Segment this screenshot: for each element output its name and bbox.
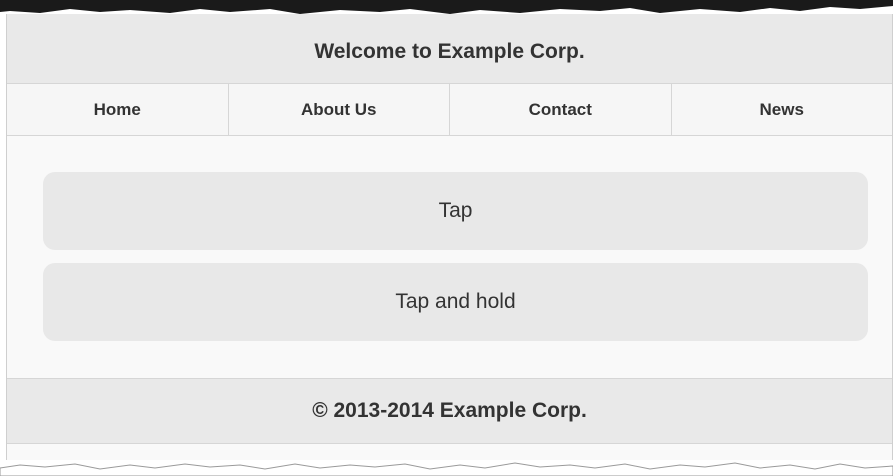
screenshot-frame: Welcome to Example Corp. Home About Us C… (0, 0, 893, 476)
main-content: Tap Tap and hold (7, 136, 892, 378)
tap-button[interactable]: Tap (43, 172, 868, 250)
torn-edge-bottom (0, 462, 893, 476)
tap-and-hold-button[interactable]: Tap and hold (43, 263, 868, 341)
mobile-page: Welcome to Example Corp. Home About Us C… (6, 14, 893, 460)
page-header: Welcome to Example Corp. (7, 14, 892, 84)
page-footer: © 2013-2014 Example Corp. (7, 378, 892, 444)
nav-item-home[interactable]: Home (7, 84, 229, 135)
nav-item-news[interactable]: News (672, 84, 893, 135)
page-title: Welcome to Example Corp. (314, 39, 585, 63)
footer-copyright: © 2013-2014 Example Corp. (312, 399, 587, 422)
nav-item-about-us[interactable]: About Us (229, 84, 450, 135)
nav-bar: Home About Us Contact News (7, 84, 892, 136)
nav-item-contact[interactable]: Contact (450, 84, 672, 135)
